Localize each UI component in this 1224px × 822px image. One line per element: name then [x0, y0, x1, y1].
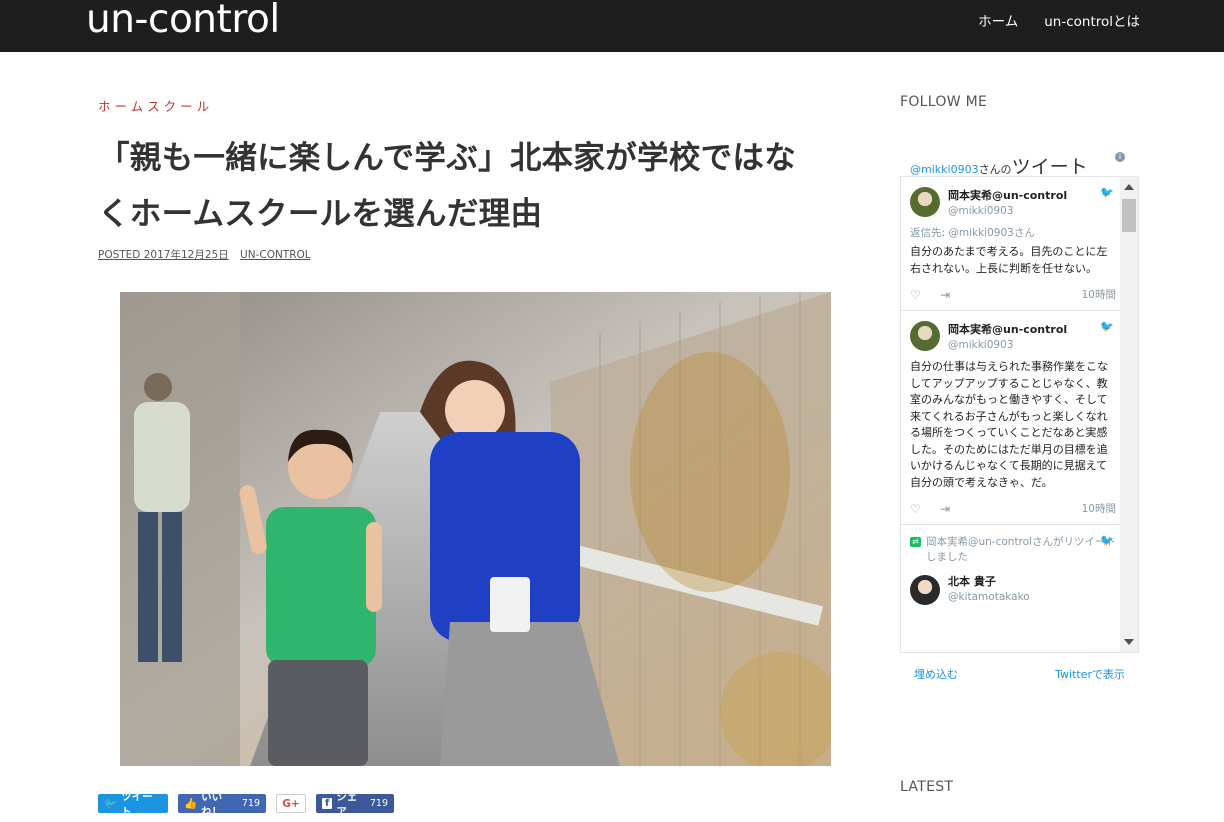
retweet-label-text: 岡本実希@un-controlさんがリツイートしました [926, 536, 1116, 563]
twitter-timeline-list[interactable]: 🐦 岡本実希@un-control @mikki0903 返信先: @mikki… [900, 177, 1139, 653]
twitter-bird-icon[interactable]: 🐦 [1100, 321, 1114, 332]
timeline-scrollbar[interactable] [1120, 177, 1138, 652]
scroll-thumb[interactable] [1122, 199, 1136, 232]
heart-icon[interactable]: ♡ [910, 288, 940, 302]
site-header: un-control ホーム un-controlとは [0, 0, 1224, 52]
tweet-timestamp[interactable]: 10時間 [1082, 287, 1116, 302]
twitter-bird-icon: 🐦 [104, 798, 118, 810]
tweet-share-label: ツイート [121, 790, 153, 818]
timeline-tweet-word: ツイート [1011, 156, 1088, 178]
share-buttons: 🐦 ツイート 👍 いいね！ 719 G+ f シェア 719 [98, 791, 394, 818]
facebook-share-button[interactable]: f シェア 719 [316, 791, 394, 818]
embed-link[interactable]: 埋め込む [914, 666, 958, 682]
retweet-author-name[interactable]: 北本 貴子 [948, 573, 1116, 589]
retweet-item[interactable]: 🐦 ⇄ 岡本実希@un-controlさんがリツイートしました 北本 貴子 @k… [901, 525, 1138, 615]
tweet-text: 自分の仕事は与えられた事務作業をこなしてアップアップすることじゃなく、教室のみん… [910, 360, 1108, 489]
thumbs-up-icon: 👍 [184, 798, 198, 810]
post-author[interactable]: UN-CONTROL [240, 249, 311, 261]
avatar[interactable] [910, 575, 940, 605]
timeline-title: @mikki0903さんのツイート [910, 152, 1088, 179]
tweet-share-button[interactable]: 🐦 ツイート [98, 791, 168, 818]
view-on-twitter-link[interactable]: Twitterで表示 [1055, 666, 1125, 682]
google-plus-label: G+ [282, 797, 300, 810]
retweet-icon: ⇄ [910, 537, 921, 547]
scroll-up-arrow-icon[interactable] [1124, 184, 1134, 190]
tweet-item[interactable]: 🐦 岡本実希@un-control @mikki0903 返信先: @mikki… [901, 177, 1138, 311]
post-category[interactable]: ホームスクール [98, 96, 213, 115]
timeline-handle-link[interactable]: @mikki0903 [910, 163, 979, 176]
site-logo[interactable]: un-control [86, 0, 280, 42]
facebook-like-count: 719 [241, 798, 260, 809]
tweet-timestamp[interactable]: 10時間 [1082, 501, 1116, 516]
twitter-bird-icon[interactable]: 🐦 [1100, 187, 1114, 198]
avatar[interactable] [910, 321, 940, 351]
tweet-item[interactable]: 🐦 岡本実希@un-control @mikki0903 自分の仕事は与えられた… [901, 311, 1138, 525]
tweet-text: 自分のあたまで考える。目先のことに左右されない。上長に判断を任せない。 [910, 245, 1108, 275]
share-icon[interactable]: ⇥ [940, 288, 970, 302]
scroll-down-arrow-icon[interactable] [1124, 639, 1134, 645]
main-nav: ホーム un-controlとは [978, 10, 1140, 30]
google-plus-button[interactable]: G+ [276, 794, 306, 813]
nav-home[interactable]: ホーム [978, 10, 1018, 30]
facebook-like-label: いいね！ [201, 790, 223, 818]
twitter-timeline-header: @mikki0903さんのツイート i [900, 140, 1139, 179]
facebook-share-label: シェア [336, 790, 358, 818]
retweet-label: ⇄ 岡本実希@un-controlさんがリツイートしました [910, 535, 1116, 565]
post-title-line1: 「親も一緒に楽しんで学ぶ」北本家が学校ではな [98, 140, 797, 176]
facebook-share-count: 719 [369, 798, 388, 809]
avatar[interactable] [910, 187, 940, 217]
retweet-author-handle[interactable]: @kitamotakako [948, 591, 1116, 603]
timeline-handle-suffix: さんの [978, 163, 1012, 176]
hero-photo [120, 292, 831, 766]
info-icon[interactable]: i [1115, 152, 1125, 162]
post-meta: POSTED 2017年12月25日 UN-CONTROL [98, 247, 311, 262]
share-icon[interactable]: ⇥ [940, 502, 970, 516]
retweet-author: 北本 貴子 @kitamotakako [910, 573, 1116, 607]
post-date[interactable]: POSTED 2017年12月25日 [98, 249, 229, 261]
tweet-author-name[interactable]: 岡本実希@un-control [948, 321, 1116, 337]
hero-photo-illustration [120, 292, 831, 766]
tweet-author-name[interactable]: 岡本実希@un-control [948, 187, 1116, 203]
tweet-reply-to[interactable]: 返信先: @mikki0903さん [910, 225, 1116, 240]
tweet-author-handle[interactable]: @mikki0903 [948, 205, 1116, 217]
heart-icon[interactable]: ♡ [910, 502, 940, 516]
facebook-like-button[interactable]: 👍 いいね！ 719 [178, 791, 266, 818]
follow-me-heading: FOLLOW ME [900, 94, 988, 110]
nav-about[interactable]: un-controlとは [1044, 10, 1140, 30]
twitter-timeline: @mikki0903さんのツイート i 🐦 岡本実希@un-control @m… [900, 140, 1139, 690]
tweet-author-handle[interactable]: @mikki0903 [948, 339, 1116, 351]
post-title-line2: くホームスクールを選んだ理由 [98, 196, 543, 232]
post-title: 「親も一緒に楽しんで学ぶ」北本家が学校ではな くホームスクールを選んだ理由 [98, 130, 858, 242]
latest-heading: LATEST [900, 779, 954, 795]
facebook-f-icon: f [322, 798, 333, 809]
tweet-actions: ♡ ⇥ 10時間 [910, 287, 1116, 302]
tweet-actions: ♡ ⇥ 10時間 [910, 501, 1116, 516]
